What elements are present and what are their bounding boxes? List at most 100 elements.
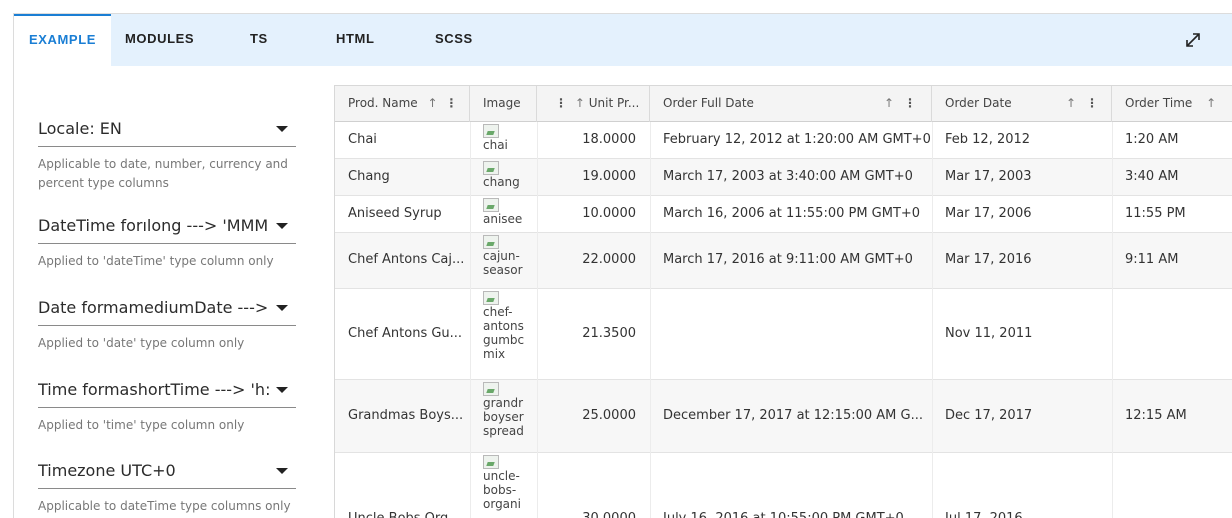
image-alt-text: uncle- bobs- organi [483,469,521,511]
timezone-select[interactable]: Timezone UTC+0 Applicable to dateTime ty… [38,457,296,516]
product-image: cajun- seasor [483,235,527,287]
datetime-format-value: DateTime forılong ---> 'MMM [38,216,269,235]
chevron-down-icon[interactable] [276,468,288,474]
broken-image-icon [483,382,499,396]
chevron-down-icon[interactable] [276,305,288,311]
cell-order-time: 9:11 AM [1125,252,1179,267]
cell-order-date: Mar 17, 2003 [945,169,1032,184]
more-vertical-icon[interactable]: ⋮ [904,86,916,121]
cell-order-date: Mar 17, 2016 [945,252,1032,267]
more-vertical-icon[interactable]: ⋮ [1086,86,1098,121]
header-prod-name[interactable]: Prod. Name ↑ ⋮ [335,86,470,122]
image-alt-text: grandr boyser spread [483,396,524,438]
tab-bar: EXAMPLE MODULES TS HTML SCSS [14,14,1232,66]
grid-header: Prod. Name ↑ ⋮ Image ⋮ ↑ Unit Pr... Orde… [335,86,1232,122]
column-divider [537,122,538,518]
time-format-select[interactable]: Time formashortTime ---> 'h: Applied to … [38,376,296,435]
cell-order-time: 1:20 AM [1125,132,1179,147]
cell-order-date: Dec 17, 2017 [945,408,1033,423]
broken-image-icon [483,235,499,249]
cell-order-full-date: March 16, 2006 at 11:55:00 PM GMT+0 [663,206,921,221]
cell-prod-name: Chef Antons Gu... [348,326,463,341]
locale-hint: Applicable to date, number, currency and… [38,157,288,190]
header-image[interactable]: Image [470,86,537,122]
header-order-date-label: Order Date [945,96,1012,110]
tab-example[interactable]: EXAMPLE [14,14,111,66]
header-order-full-date-label: Order Full Date [663,96,754,110]
cell-order-date: Nov 11, 2011 [945,326,1033,341]
date-format-select[interactable]: Date formamediumDate ---> Applied to 'da… [38,294,296,353]
header-order-date[interactable]: Order Date ↑ ⋮ [932,86,1112,122]
header-prod-name-label: Prod. Name [348,96,418,110]
date-format-hint: Applied to 'date' type column only [38,336,245,350]
timezone-value: Timezone UTC+0 [38,461,176,480]
tab-modules[interactable]: MODULES [125,14,194,66]
cell-unit-price: 30.0000 [582,511,636,518]
broken-image-icon [483,291,499,305]
image-alt-text: cajun- seasor [483,249,523,277]
product-image: chai [483,124,527,157]
time-format-hint: Applied to 'time' type column only [38,418,245,432]
image-alt-text: chef- antons gumbc mix [483,305,525,361]
chevron-down-icon[interactable] [276,387,288,393]
sort-arrow-up-icon[interactable]: ↑ [575,96,585,110]
broken-image-icon [483,161,499,175]
cell-order-time: 3:40 AM [1125,169,1179,184]
product-image: chang [483,161,527,194]
cell-prod-name: Aniseed Syrup [348,206,442,221]
header-image-label: Image [483,96,521,110]
product-image: chef- antons gumbc mix [483,291,527,378]
column-divider [1112,122,1113,518]
header-order-time-label: Order Time [1125,96,1193,110]
cell-prod-name: Uncle Bobs Org... [348,511,461,518]
cell-order-full-date: February 12, 2012 at 1:20:00 AM GMT+0 [663,132,931,147]
cell-unit-price: 21.3500 [582,326,636,341]
image-alt-text: chang [483,175,520,189]
cell-order-full-date: December 17, 2017 at 12:15:00 AM G... [663,408,923,423]
cell-unit-price: 25.0000 [582,408,636,423]
cell-unit-price: 22.0000 [582,252,636,267]
timezone-hint: Applicable to dateTime type columns only [38,499,291,513]
image-alt-text: chai [483,138,508,152]
product-image: uncle- bobs- organi [483,455,527,518]
more-vertical-icon[interactable]: ⋮ [555,96,567,110]
chevron-down-icon[interactable] [276,223,288,229]
cell-order-time: 11:55 PM [1125,206,1186,221]
image-alt-text: anisee [483,212,523,226]
header-order-full-date[interactable]: Order Full Date ↑ ⋮ [650,86,932,122]
cell-order-time: 12:15 AM [1125,408,1187,423]
sort-arrow-up-icon[interactable]: ↑ [1206,96,1216,110]
more-vertical-icon[interactable]: ⋮ [445,96,457,110]
cell-unit-price: 18.0000 [582,132,636,147]
cell-order-date: Jul 17, 2016 [945,511,1023,518]
header-order-time[interactable]: Order Time ↑ [1112,86,1232,122]
data-grid: Prod. Name ↑ ⋮ Image ⋮ ↑ Unit Pr... Orde… [334,85,1232,518]
sort-arrow-up-icon[interactable]: ↑ [884,86,894,121]
cell-prod-name: Chang [348,169,390,184]
date-format-value: Date formamediumDate ---> [38,298,269,317]
cell-unit-price: 10.0000 [582,206,636,221]
locale-select[interactable]: Locale: EN Applicable to date, number, c… [38,115,296,193]
tab-scss[interactable]: SCSS [435,14,473,66]
cell-order-date: Feb 12, 2012 [945,132,1031,147]
column-divider [932,122,933,518]
broken-image-icon [483,124,499,138]
datetime-format-select[interactable]: DateTime forılong ---> 'MMM Applied to '… [38,212,296,271]
sort-arrow-up-icon[interactable]: ↑ [428,96,438,110]
cell-order-date: Mar 17, 2006 [945,206,1032,221]
tab-ts[interactable]: TS [250,14,268,66]
tab-html[interactable]: HTML [336,14,375,66]
locale-select-value: Locale: EN [38,119,122,138]
expand-icon[interactable] [1183,30,1203,50]
chevron-down-icon[interactable] [276,126,288,132]
cell-unit-price: 19.0000 [582,169,636,184]
datetime-format-hint: Applied to 'dateTime' type column only [38,254,274,268]
sort-arrow-up-icon[interactable]: ↑ [1066,86,1076,121]
time-format-value: Time formashortTime ---> 'h: [38,380,270,399]
broken-image-icon [483,455,499,469]
header-unit-price[interactable]: ⋮ ↑ Unit Pr... [537,86,650,122]
cell-prod-name: Chef Antons Caj... [348,252,465,267]
sample-frame: EXAMPLE MODULES TS HTML SCSS Locale: EN … [13,13,1232,518]
cell-order-full-date: March 17, 2016 at 9:11:00 AM GMT+0 [663,252,913,267]
cell-prod-name: Grandmas Boys... [348,408,464,423]
